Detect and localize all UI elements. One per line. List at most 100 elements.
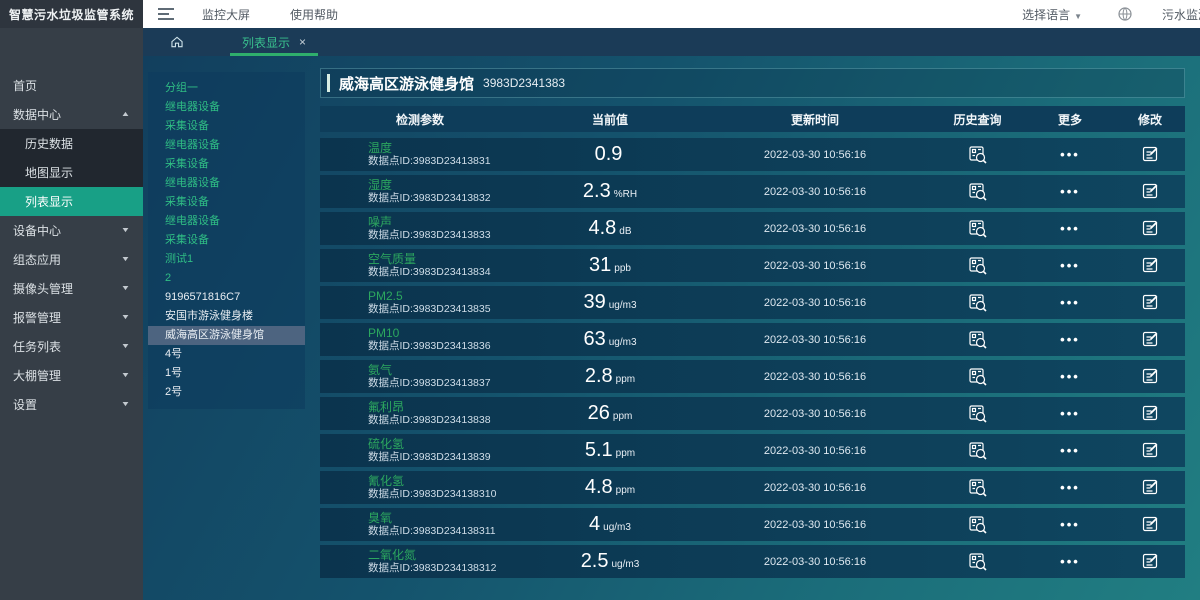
- modify-button[interactable]: [1141, 367, 1160, 386]
- sidebar-item[interactable]: 任务列表▼: [0, 332, 143, 361]
- value-unit: ppm: [616, 485, 635, 496]
- modify-button[interactable]: [1141, 330, 1160, 349]
- value-unit: ug/m3: [612, 559, 640, 570]
- sidebar-item[interactable]: 历史数据: [0, 129, 143, 158]
- history-query-button[interactable]: [968, 478, 988, 498]
- history-query-button[interactable]: [968, 441, 988, 461]
- modify-button[interactable]: [1141, 478, 1160, 497]
- history-query-button[interactable]: [968, 330, 988, 350]
- device-list-item[interactable]: 采集设备: [148, 231, 305, 250]
- history-query-button[interactable]: [968, 182, 988, 202]
- history-query-button[interactable]: [968, 367, 988, 387]
- device-list-item[interactable]: 2: [148, 269, 305, 288]
- caret-down-icon: ▼: [121, 314, 131, 321]
- modify-button[interactable]: [1141, 552, 1160, 571]
- sidebar-item[interactable]: 列表显示: [0, 187, 143, 216]
- device-list-item[interactable]: 继电器设备: [148, 212, 305, 231]
- device-list-item[interactable]: 分组一: [148, 79, 305, 98]
- modify-button[interactable]: [1141, 441, 1160, 460]
- modify-button[interactable]: [1141, 515, 1160, 534]
- more-button[interactable]: •••: [1060, 258, 1080, 273]
- station-header: 威海高区游泳健身馆 3983D2341383: [320, 68, 1185, 98]
- update-time: 2022-03-30 10:56:16: [700, 482, 930, 494]
- tab-close-icon[interactable]: ×: [299, 35, 306, 49]
- more-button[interactable]: •••: [1060, 369, 1080, 384]
- param-name: 氰化氢: [368, 475, 404, 489]
- param-name: 湿度: [368, 179, 392, 193]
- device-list-item[interactable]: 4号: [148, 345, 305, 364]
- collapse-menu-icon[interactable]: [158, 8, 174, 20]
- history-query-button[interactable]: [968, 515, 988, 535]
- sidebar-item[interactable]: 报警管理▼: [0, 303, 143, 332]
- sidebar-item[interactable]: 首页: [0, 71, 143, 100]
- history-query-button[interactable]: [968, 293, 988, 313]
- modify-button[interactable]: [1141, 404, 1160, 423]
- history-query-button[interactable]: [968, 145, 988, 165]
- modify-button[interactable]: [1141, 219, 1160, 238]
- sidebar-item-label: 设置: [13, 396, 37, 413]
- datapoint-id: 数据点ID:3983D234138312: [368, 562, 496, 574]
- user-account-label[interactable]: 污水监测: [1162, 6, 1200, 23]
- sidebar-item[interactable]: 设置▼: [0, 390, 143, 419]
- device-list-item[interactable]: 采集设备: [148, 193, 305, 212]
- device-list-item[interactable]: 测试1: [148, 250, 305, 269]
- sidebar-item-label: 大棚管理: [13, 367, 61, 384]
- sidebar-item[interactable]: 数据中心▲: [0, 100, 143, 129]
- table-row: 氟利昂 数据点ID:3983D23413838 26 ppm 2022-03-3…: [320, 397, 1185, 430]
- more-button[interactable]: •••: [1060, 406, 1080, 421]
- more-button[interactable]: •••: [1060, 332, 1080, 347]
- device-list-item[interactable]: 继电器设备: [148, 174, 305, 193]
- current-value: 4: [589, 513, 600, 536]
- topbar-link-help[interactable]: 使用帮助: [290, 6, 338, 23]
- language-select[interactable]: 选择语言▼: [1022, 6, 1082, 23]
- table-row: 噪声 数据点ID:3983D23413833 4.8 dB 2022-03-30…: [320, 212, 1185, 245]
- device-list-item[interactable]: 采集设备: [148, 155, 305, 174]
- datapoint-id: 数据点ID:3983D234138310: [368, 488, 496, 500]
- value-unit: %RH: [614, 189, 637, 200]
- history-query-button[interactable]: [968, 552, 988, 572]
- history-query-button[interactable]: [968, 256, 988, 276]
- param-name: 氟利昂: [368, 401, 404, 415]
- update-time: 2022-03-30 10:56:16: [700, 408, 930, 420]
- more-button[interactable]: •••: [1060, 147, 1080, 162]
- history-query-button[interactable]: [968, 219, 988, 239]
- more-button[interactable]: •••: [1060, 221, 1080, 236]
- more-button[interactable]: •••: [1060, 517, 1080, 532]
- more-button[interactable]: •••: [1060, 443, 1080, 458]
- sidebar-item[interactable]: 地图显示: [0, 158, 143, 187]
- table-row: 空气质量 数据点ID:3983D23413834 31 ppb 2022-03-…: [320, 249, 1185, 282]
- sidebar-item[interactable]: 设备中心▼: [0, 216, 143, 245]
- modify-button[interactable]: [1141, 293, 1160, 312]
- more-button[interactable]: •••: [1060, 184, 1080, 199]
- update-time: 2022-03-30 10:56:16: [700, 519, 930, 531]
- more-button[interactable]: •••: [1060, 295, 1080, 310]
- topbar-link-monitor-screen[interactable]: 监控大屏: [202, 6, 250, 23]
- device-list-item[interactable]: 2号: [148, 383, 305, 402]
- device-list-item[interactable]: 采集设备: [148, 117, 305, 136]
- device-list-item[interactable]: 继电器设备: [148, 136, 305, 155]
- modify-button[interactable]: [1141, 256, 1160, 275]
- param-name: 噪声: [368, 216, 392, 230]
- tab-list-display[interactable]: 列表显示 ×: [230, 28, 318, 56]
- sidebar-item[interactable]: 摄像头管理▼: [0, 274, 143, 303]
- sidebar-item-label: 历史数据: [25, 135, 73, 152]
- device-list-item[interactable]: 威海高区游泳健身馆: [148, 326, 305, 345]
- param-name: 二氧化氮: [368, 549, 416, 563]
- modify-button[interactable]: [1141, 145, 1160, 164]
- more-button[interactable]: •••: [1060, 480, 1080, 495]
- globe-icon[interactable]: [1118, 7, 1132, 21]
- language-label: 选择语言: [1022, 8, 1070, 22]
- value-unit: ppm: [616, 374, 635, 385]
- home-icon[interactable]: [170, 35, 184, 49]
- device-list-item[interactable]: 安国市游泳健身楼: [148, 307, 305, 326]
- datapoint-id: 数据点ID:3983D234138311: [368, 525, 496, 537]
- sidebar-item[interactable]: 大棚管理▼: [0, 361, 143, 390]
- device-list-item[interactable]: 1号: [148, 364, 305, 383]
- param-name: 硫化氢: [368, 438, 404, 452]
- more-button[interactable]: •••: [1060, 554, 1080, 569]
- device-list-item[interactable]: 继电器设备: [148, 98, 305, 117]
- device-list-item[interactable]: 9196571816C7: [148, 288, 305, 307]
- sidebar-item[interactable]: 组态应用▼: [0, 245, 143, 274]
- modify-button[interactable]: [1141, 182, 1160, 201]
- history-query-button[interactable]: [968, 404, 988, 424]
